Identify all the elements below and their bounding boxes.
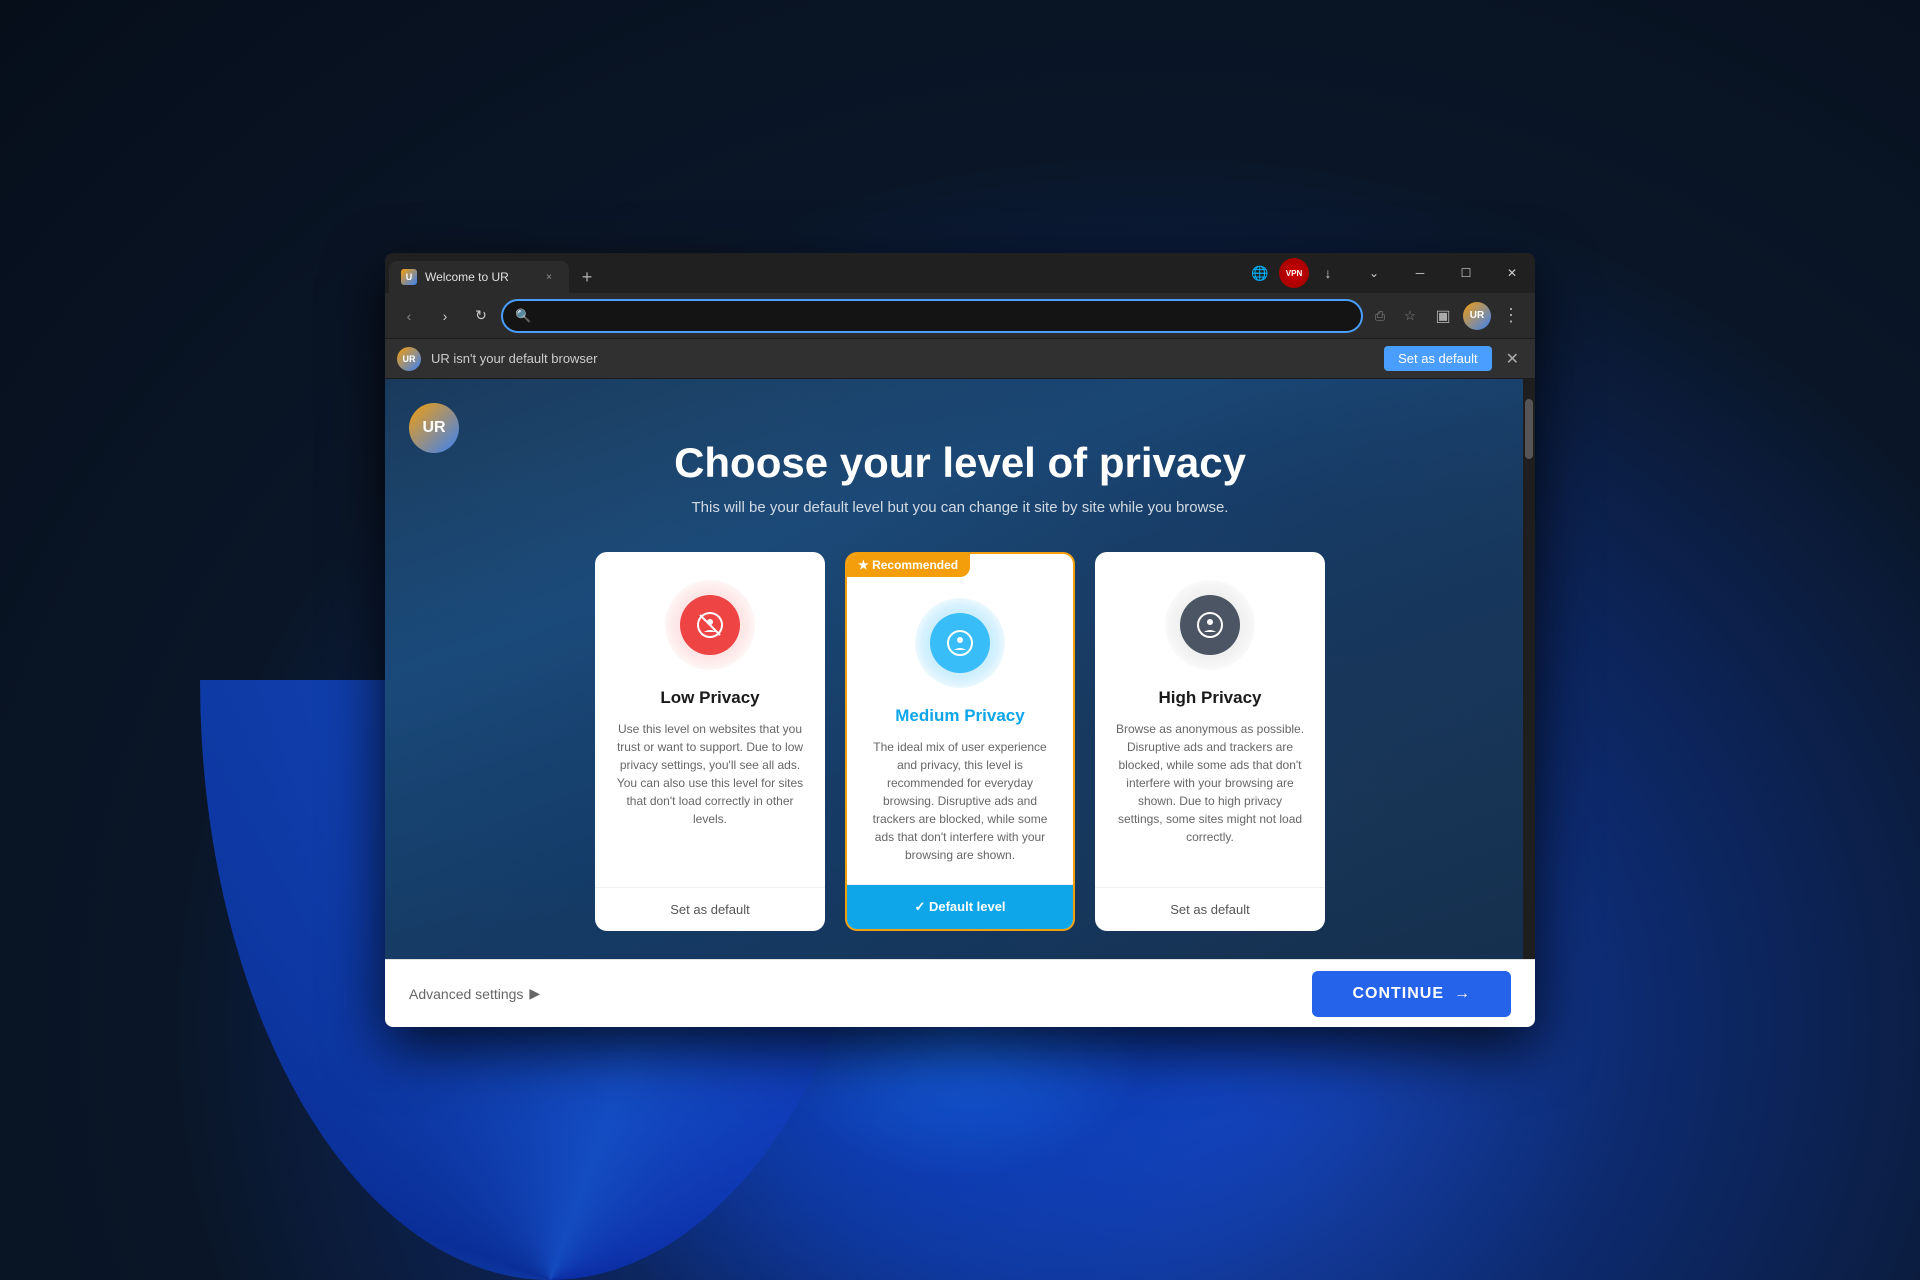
menu-button[interactable]: ⋮ [1495, 300, 1527, 332]
back-button[interactable]: ‹ [393, 300, 425, 332]
browser-window: U Welcome to UR × + 🌐 VPN ↓ ⌄ ─ [385, 253, 1535, 1027]
address-bar[interactable]: 🔍 [501, 299, 1363, 333]
tab-close-button[interactable]: × [541, 269, 557, 285]
privacy-cards-grid: Low Privacy Use this level on websites t… [425, 552, 1495, 931]
medium-privacy-footer[interactable]: ✓ Default level [847, 884, 1073, 929]
set-default-button[interactable]: Set as default [1384, 346, 1492, 371]
title-bar: U Welcome to UR × + 🌐 VPN ↓ ⌄ ─ [385, 253, 1535, 293]
nav-right: ▣ UR ⋮ [1427, 300, 1527, 332]
tab-title: Welcome to UR [425, 270, 533, 284]
continue-arrow: → [1454, 985, 1471, 1003]
advanced-settings-link[interactable]: Advanced settings ▶ [409, 985, 540, 1002]
globe-icon[interactable]: 🌐 [1245, 258, 1275, 288]
vpn-icon[interactable]: VPN [1279, 258, 1309, 288]
download-icon[interactable]: ↓ [1313, 258, 1343, 288]
low-privacy-card-body: Low Privacy Use this level on websites t… [595, 552, 825, 887]
recommended-badge: ★ Recommended [846, 553, 970, 577]
dismiss-bar-button[interactable]: ✕ [1502, 345, 1523, 373]
high-privacy-footer[interactable]: Set as default [1095, 887, 1325, 931]
medium-privacy-icon [930, 613, 990, 673]
user-avatar[interactable]: UR [1463, 302, 1491, 330]
default-browser-bar: UR UR isn't your default browser Set as … [385, 339, 1535, 379]
bottom-bar: Advanced settings ▶ CONTINUE → [385, 959, 1535, 1027]
page-content: UR Choose your level of privacy This wil… [385, 379, 1535, 959]
address-input[interactable] [539, 308, 1349, 324]
maximize-button[interactable]: ☐ [1443, 257, 1489, 289]
medium-privacy-title: Medium Privacy [895, 706, 1024, 726]
high-privacy-desc: Browse as anonymous as possible. Disrupt… [1115, 720, 1305, 846]
bookmark-icon[interactable]: ☆ [1397, 303, 1423, 329]
forward-button[interactable]: › [429, 300, 461, 332]
reload-button[interactable]: ↻ [465, 300, 497, 332]
ur-logo-small: UR [397, 347, 421, 371]
default-browser-message: UR isn't your default browser [431, 351, 1374, 366]
advanced-settings-label: Advanced settings [409, 986, 523, 1002]
low-privacy-icon [680, 595, 740, 655]
low-privacy-footer[interactable]: Set as default [595, 887, 825, 931]
high-privacy-card[interactable]: High Privacy Browse as anonymous as poss… [1095, 552, 1325, 931]
continue-label: CONTINUE [1352, 985, 1444, 1003]
navigation-bar: ‹ › ↻ 🔍 ⎙ ☆ ▣ UR ⋮ [385, 293, 1535, 339]
sidebar-toggle-button[interactable]: ▣ [1427, 300, 1459, 332]
high-privacy-icon-wrapper [1165, 580, 1255, 670]
chevron-button[interactable]: ⌄ [1351, 257, 1397, 289]
low-privacy-card[interactable]: Low Privacy Use this level on websites t… [595, 552, 825, 931]
high-privacy-title: High Privacy [1159, 688, 1262, 708]
page-subtitle: This will be your default level but you … [692, 499, 1229, 516]
advanced-settings-arrow: ▶ [529, 985, 540, 1002]
minimize-button[interactable]: ─ [1397, 257, 1443, 289]
share-icon[interactable]: ⎙ [1367, 303, 1393, 329]
tab-favicon: U [401, 269, 417, 285]
toolbar-icons: 🌐 VPN ↓ [1237, 253, 1351, 293]
search-icon: 🔍 [515, 308, 531, 324]
medium-privacy-card-body: Medium Privacy The ideal mix of user exp… [847, 554, 1073, 884]
new-tab-button[interactable]: + [573, 263, 601, 291]
high-privacy-card-body: High Privacy Browse as anonymous as poss… [1095, 552, 1325, 887]
low-privacy-desc: Use this level on websites that you trus… [615, 720, 805, 828]
high-privacy-icon [1180, 595, 1240, 655]
browser-tab[interactable]: U Welcome to UR × [389, 261, 569, 293]
continue-button[interactable]: CONTINUE → [1312, 971, 1511, 1017]
medium-privacy-desc: The ideal mix of user experience and pri… [867, 738, 1053, 864]
medium-privacy-icon-wrapper [915, 598, 1005, 688]
close-button[interactable]: ✕ [1489, 257, 1535, 289]
window-controls: ⌄ ─ ☐ ✕ [1351, 253, 1535, 293]
medium-privacy-card[interactable]: ★ Recommended Medi [845, 552, 1075, 931]
tabs-area: U Welcome to UR × + [385, 253, 1237, 293]
address-actions: ⎙ ☆ [1367, 303, 1423, 329]
low-privacy-icon-wrapper [665, 580, 755, 670]
page-inner: Choose your level of privacy This will b… [385, 379, 1535, 951]
page-title: Choose your level of privacy [674, 439, 1246, 487]
low-privacy-title: Low Privacy [660, 688, 759, 708]
